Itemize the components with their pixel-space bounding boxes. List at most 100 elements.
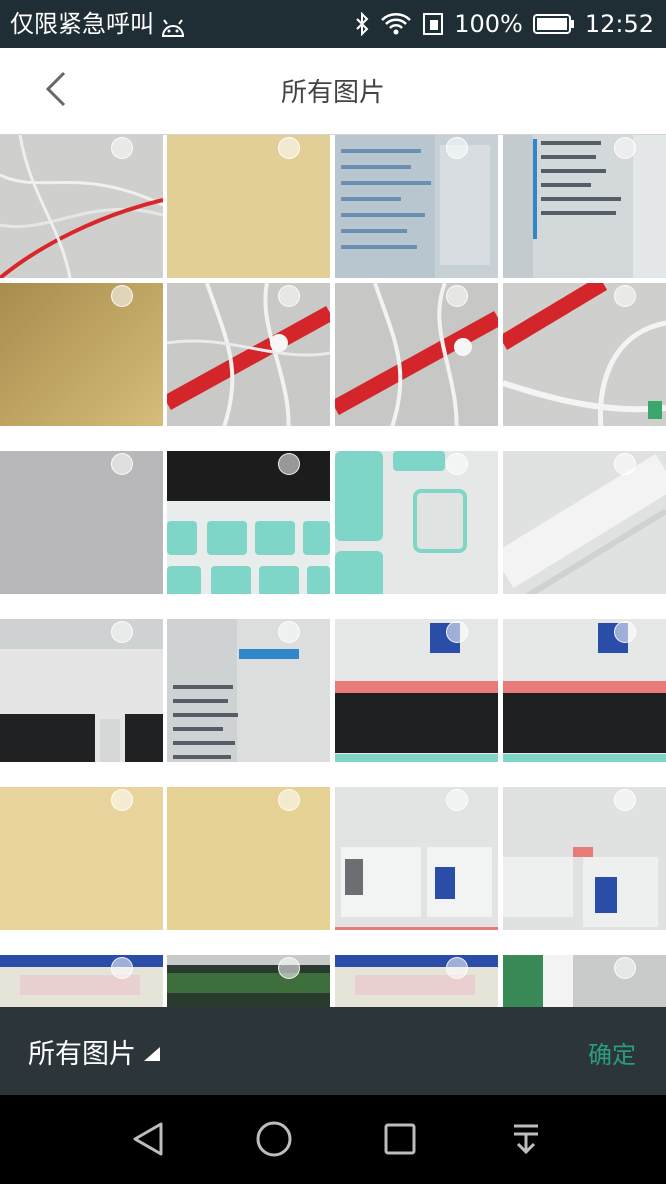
photo-tile[interactable] [0,135,163,278]
photo-tile[interactable] [335,955,498,1007]
photo-tile[interactable] [167,955,330,1007]
photo-thumbnail [0,451,163,594]
select-checkbox[interactable] [278,957,300,979]
select-checkbox[interactable] [278,453,300,475]
photo-tile[interactable] [167,283,330,426]
select-checkbox[interactable] [446,621,468,643]
select-checkbox[interactable] [614,957,636,979]
photo-tile[interactable] [503,787,666,930]
photo-thumbnail [167,787,330,930]
select-checkbox[interactable] [446,957,468,979]
select-checkbox[interactable] [278,789,300,811]
photo-thumbnail [335,451,498,594]
photo-tile[interactable] [0,451,163,594]
bottom-bar: 所有图片 确定 [0,1007,666,1095]
photo-thumbnail [167,619,330,762]
home-circle-icon [255,1120,293,1162]
select-checkbox[interactable] [111,789,133,811]
photo-thumbnail [0,955,163,1007]
status-right: 100% 12:52 [354,8,654,40]
photo-tile[interactable] [167,451,330,594]
photo-thumbnail [167,283,330,426]
bluetooth-icon [354,12,370,36]
select-checkbox[interactable] [446,137,468,159]
photo-thumbnail [167,135,330,278]
select-checkbox[interactable] [446,285,468,307]
wifi-icon [380,12,412,36]
notification-pull-icon [511,1122,541,1160]
status-bar: 仅限紧急呼叫 100% 12:52 [0,0,666,48]
photo-tile[interactable] [335,787,498,930]
photo-thumbnail [503,955,666,1007]
select-checkbox[interactable] [614,453,636,475]
nav-notification-button[interactable] [504,1119,548,1163]
photo-thumbnail [335,619,498,762]
photo-tile[interactable] [167,619,330,762]
photo-thumbnail [503,283,666,426]
photo-tile[interactable] [167,787,330,930]
app-header: 所有图片 [0,48,666,135]
select-checkbox[interactable] [446,789,468,811]
select-checkbox[interactable] [111,957,133,979]
photo-tile[interactable] [335,619,498,762]
select-checkbox[interactable] [614,621,636,643]
photo-thumbnail [335,955,498,1007]
select-checkbox[interactable] [614,789,636,811]
photo-tile[interactable] [0,787,163,930]
select-checkbox[interactable] [278,137,300,159]
photo-thumbnail [503,451,666,594]
photo-tile[interactable] [335,451,498,594]
photo-tile[interactable] [503,135,666,278]
select-checkbox[interactable] [278,621,300,643]
android-icon [160,14,186,37]
battery-percent: 100% [454,10,523,38]
nav-home-button[interactable] [252,1119,296,1163]
photo-thumbnail [335,135,498,278]
photo-thumbnail [335,283,498,426]
nav-back-button[interactable] [126,1119,170,1163]
photo-tile[interactable] [167,135,330,278]
photo-tile[interactable] [0,283,163,426]
recents-square-icon [383,1122,417,1160]
photo-thumbnail [503,135,666,278]
navigation-bar [0,1095,666,1184]
photo-thumbnail [335,787,498,930]
photo-tile[interactable] [0,955,163,1007]
status-left: 仅限紧急呼叫 [10,8,186,40]
photo-thumbnail [0,787,163,930]
select-checkbox[interactable] [614,285,636,307]
clock: 12:52 [584,10,654,38]
select-checkbox[interactable] [111,137,133,159]
dropdown-triangle-icon [142,1039,162,1070]
photo-tile[interactable] [335,283,498,426]
photo-thumbnail [503,787,666,930]
photo-thumbnail [0,619,163,762]
photo-tile[interactable] [503,955,666,1007]
battery-icon [532,13,575,35]
photo-thumbnail [0,283,163,426]
select-checkbox[interactable] [111,621,133,643]
sim-icon [422,12,444,36]
emergency-call-text: 仅限紧急呼叫 [10,10,154,38]
photo-tile[interactable] [503,283,666,426]
select-checkbox[interactable] [111,453,133,475]
select-checkbox[interactable] [278,285,300,307]
photo-tile[interactable] [335,135,498,278]
photo-tile[interactable] [0,619,163,762]
page-title: 所有图片 [280,78,385,108]
confirm-button[interactable]: 确定 [588,1035,636,1070]
photo-grid[interactable] [0,135,666,1007]
album-selector[interactable]: 所有图片 [28,1031,162,1071]
photo-thumbnail [503,619,666,762]
select-checkbox[interactable] [111,285,133,307]
photo-tile[interactable] [503,451,666,594]
select-checkbox[interactable] [614,137,636,159]
photo-thumbnail [167,451,330,594]
nav-recents-button[interactable] [378,1119,422,1163]
photo-thumbnail [167,955,330,1007]
select-checkbox[interactable] [446,453,468,475]
album-label: 所有图片 [28,1038,136,1070]
photo-thumbnail [0,135,163,278]
back-triangle-icon [131,1121,165,1161]
photo-tile[interactable] [503,619,666,762]
